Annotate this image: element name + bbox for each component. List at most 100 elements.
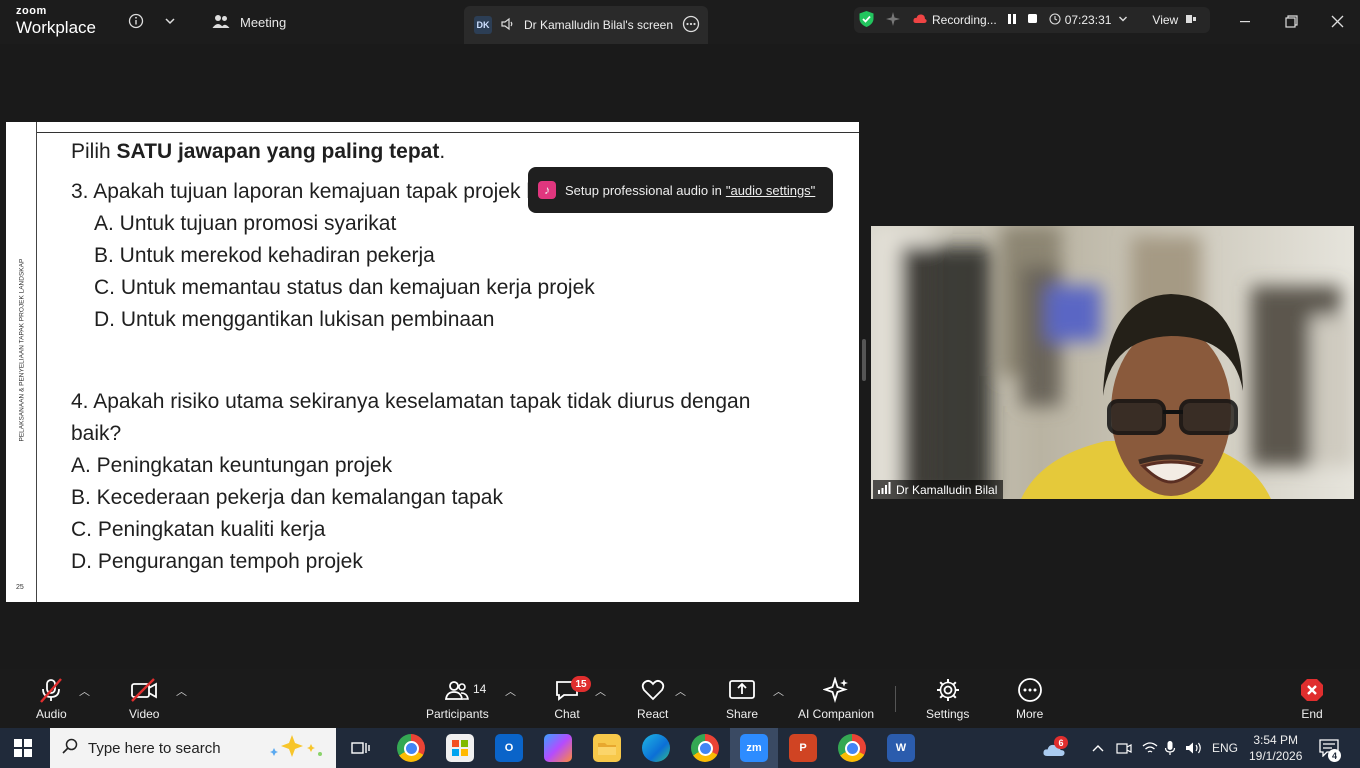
recording-pill: Recording... 07:23:31 View [854,7,1210,33]
video-label: Video [129,707,160,721]
search-placeholder: Type here to search [88,739,221,757]
chrome-profile-icon[interactable] [691,734,719,762]
ai-sparkle-icon [823,677,849,703]
microsoft-store-icon[interactable] [446,734,474,762]
chevron-down-icon[interactable] [1118,13,1128,27]
react-label: React [637,707,669,721]
resize-handle[interactable] [862,339,866,381]
meeting-tab[interactable]: Meeting [212,13,286,32]
q4-option-c: C. Peningkatan kualiti kerja [71,518,326,541]
more-button[interactable]: More [1016,677,1043,721]
meet-now-icon[interactable] [1116,728,1132,768]
shield-icon[interactable] [858,10,875,31]
zoom-app-icon[interactable]: zm [740,734,768,762]
audio-settings-link[interactable]: "audio settings" [726,183,815,198]
end-label: End [1301,707,1323,721]
avatar: DK [474,16,492,34]
q3-option-b: B. Untuk merekod kehadiran pekerja [94,244,435,267]
view-button[interactable]: View [1152,13,1178,27]
meeting-toolbar: Audio ︿ Video ︿ Participants 14 ︿ Chat ︿… [0,669,1360,728]
recording-timer: 07:23:31 [1064,13,1112,27]
video-tile[interactable] [871,226,1354,499]
instruction-suffix: . [439,140,446,163]
settings-label: Settings [926,707,970,721]
q4-option-d: D. Pengurangan tempoh projek [71,550,363,573]
close-icon[interactable] [1326,10,1348,32]
audio-options-caret-icon[interactable]: ︿ [79,683,90,699]
share-options-caret-icon[interactable]: ︿ [773,683,784,699]
participants-icon [445,681,470,700]
clock-date: 19/1/2026 [1249,749,1303,763]
slide-page-number: 25 [16,584,24,591]
file-explorer-icon[interactable] [593,734,621,762]
ai-companion-button[interactable]: AI Companion [798,677,874,721]
q3-option-a: A. Untuk tujuan promosi syarikat [94,212,397,235]
brand-name: Workplace [16,18,96,37]
toast-text: Setup professional audio in [565,182,722,198]
participants-label: Participants [426,707,489,721]
taskbar-clock[interactable]: 3:54 PM 19/1/2026 [1249,728,1302,768]
participants-options-caret-icon[interactable]: ︿ [505,683,516,699]
screen-share-tab[interactable]: DK Dr Kamalludin Bilal's screen [464,6,708,44]
slide-instruction: Pilih SATU jawapan yang paling tepat. [71,140,445,164]
windows-start-icon[interactable] [14,739,32,762]
question-4-line-2: baik? [71,422,122,445]
task-view-icon[interactable] [347,734,375,762]
audio-label: Audio [36,707,67,721]
outlook-icon[interactable]: O [495,734,523,762]
copilot-icon[interactable] [544,734,572,762]
restore-icon[interactable] [1280,10,1302,32]
video-options-caret-icon[interactable]: ︿ [176,683,187,699]
meeting-label: Meeting [240,15,287,30]
participants-count: 14 [473,682,487,696]
microphone-muted-icon [40,678,63,703]
zoom-logo: zoom Workplace [16,6,96,37]
minimize-icon[interactable] [1234,10,1256,32]
powerpoint-icon[interactable]: P [789,734,817,762]
wifi-icon[interactable] [1142,728,1158,768]
speaker-icon [500,17,514,34]
info-icon[interactable] [126,11,146,31]
chat-options-caret-icon[interactable]: ︿ [595,683,606,699]
slide-top-rule [36,132,859,133]
toolbar-divider [895,686,896,712]
pause-icon[interactable] [1007,13,1017,28]
share-button[interactable]: Share [726,677,758,721]
notification-center-icon[interactable] [1319,728,1339,768]
react-options-caret-icon[interactable]: ︿ [675,683,686,699]
sparkle-icon[interactable] [885,11,901,30]
more-label: More [1016,707,1044,721]
chevron-down-icon[interactable] [160,11,180,31]
heart-icon [641,679,664,701]
edge-icon[interactable] [642,734,670,762]
more-options-icon[interactable] [682,15,700,36]
view-layout-icon[interactable] [1185,13,1197,28]
signal-bars-icon [877,482,891,497]
chrome-icon[interactable] [397,734,425,762]
windows-taskbar: Type here to search O zm P W 6 ENG 3:54 … [0,728,1360,768]
word-icon[interactable]: W [887,734,915,762]
share-screen-icon [729,680,755,699]
volume-icon[interactable] [1185,728,1203,768]
language-indicator[interactable]: ENG [1212,728,1238,768]
video-off-icon [131,678,158,702]
title-bar: zoom Workplace Meeting DK Dr Kamalludin … [0,0,1360,44]
microphone-icon[interactable] [1164,728,1176,768]
video-button[interactable]: Video [129,677,159,721]
q4-option-a: A. Peningkatan keuntungan projek [71,454,393,477]
end-button[interactable]: End [1299,677,1325,721]
audio-button[interactable]: Audio [36,677,67,721]
stop-icon[interactable] [1027,13,1038,27]
chrome-second-profile-icon[interactable] [838,734,866,762]
tray-overflow-icon[interactable] [1092,728,1104,768]
more-icon [1017,678,1042,702]
ai-companion-label: AI Companion [798,707,875,721]
end-call-icon [1301,679,1323,701]
gear-icon [936,679,959,701]
taskbar-search-box[interactable]: Type here to search [50,728,336,768]
weather-badge: 6 [1054,736,1068,749]
react-button[interactable]: React [637,677,668,721]
settings-button[interactable]: Settings [926,677,969,721]
audio-settings-toast[interactable]: ♪ Setup professional audio in "audio set… [528,167,833,213]
participant-name-tag: Dr Kamalludin Bilal [873,480,1004,499]
